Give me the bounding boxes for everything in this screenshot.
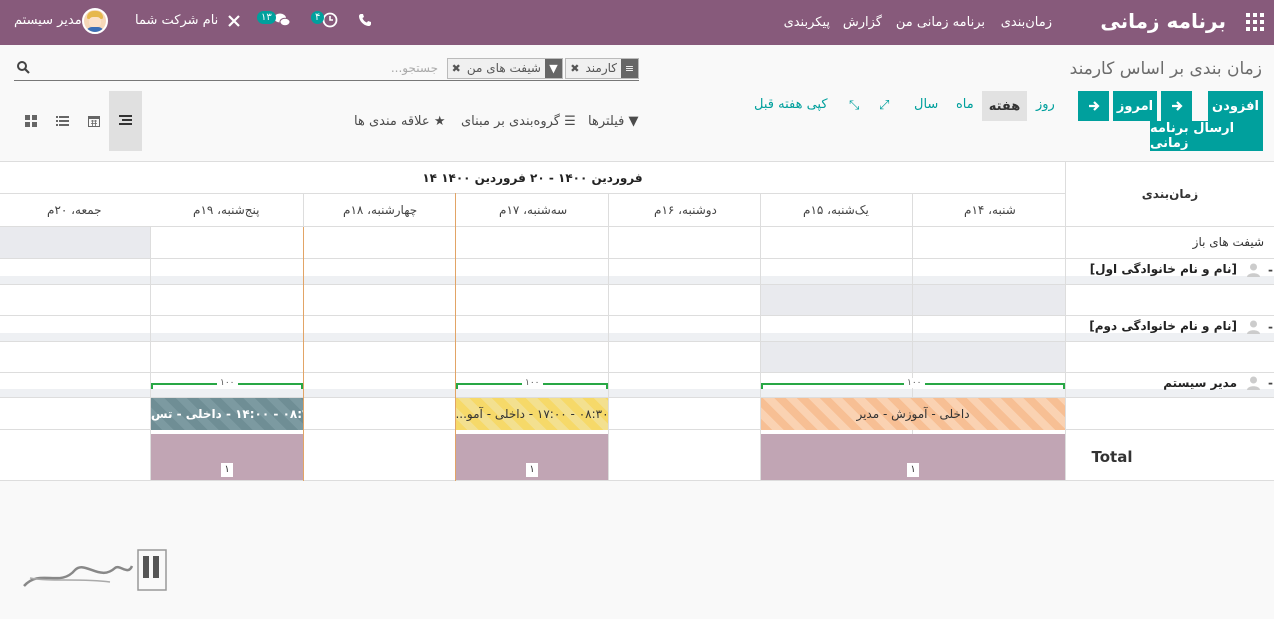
star-icon: ★ <box>433 114 446 129</box>
row-employee-2[interactable]: [نام و نام خانوادگی دوم] <box>1089 319 1237 333</box>
scale-week[interactable]: هفته <box>982 91 1027 121</box>
menu-my-planning[interactable]: برنامه زمانی من <box>896 15 985 30</box>
company-switcher[interactable]: نام شرکت شما <box>135 13 218 28</box>
group-by-dropdown[interactable]: گروه‌بندی بر مبنای ☰ <box>461 114 576 129</box>
capacity-bar: ۱۰۰ <box>761 378 1065 389</box>
next-period-button[interactable] <box>1161 91 1192 121</box>
list-icon: ≡ <box>621 59 638 78</box>
total-cell: ۱ <box>761 434 1065 480</box>
scale-month[interactable]: ماه <box>956 97 974 112</box>
capacity-bar: ۱۰۰ <box>151 378 303 389</box>
gantt-icon <box>119 115 132 125</box>
breadcrumb: زمان بندی بر اساس کارمند <box>1069 59 1262 79</box>
collapse-icon[interactable]: - <box>1268 263 1273 277</box>
send-schedule-button[interactable]: ارسال برنامه زمانی <box>1150 121 1263 151</box>
facet-my-shifts: ▼ شیفت های من ✖ <box>446 58 563 79</box>
day-header: دوشنبه، ۱۶م <box>654 203 717 217</box>
menu-planning[interactable]: زمان‌بندی <box>1001 15 1052 30</box>
scale-day[interactable]: روز <box>1036 97 1055 112</box>
today-button[interactable]: امروز <box>1113 91 1157 121</box>
search-icon[interactable] <box>16 60 30 74</box>
day-header: پنج‌شنبه، ۱۹م <box>193 203 260 217</box>
filter-icon: ▼ <box>545 59 562 78</box>
arrow-right-icon <box>1088 101 1100 111</box>
app-title[interactable]: برنامه زمانی <box>1100 9 1226 33</box>
menu-reporting[interactable]: گزارش <box>843 15 882 30</box>
list-icon: ☰ <box>564 114 576 129</box>
shift-pill[interactable]: ۰۸:۳۰ - ۱۷:۰۰ - داخلی - آمو... <box>456 398 608 430</box>
search-bar: ≡ کارمند ✖ ▼ شیفت های من ✖ <box>14 57 639 81</box>
total-label: Total <box>1091 448 1133 466</box>
tools-icon[interactable] <box>227 14 241 28</box>
watermark-logo <box>20 548 170 596</box>
calendar-view-icon[interactable] <box>88 115 100 130</box>
capacity-bar: ۱۰۰ <box>456 378 608 389</box>
facet-employee: ≡ کارمند ✖ <box>565 58 639 79</box>
remove-facet-icon[interactable]: ✖ <box>448 59 463 78</box>
day-header: شنبه، ۱۴م <box>964 203 1016 217</box>
total-cell: ۱ <box>456 434 608 480</box>
arrow-right-icon <box>1171 101 1183 111</box>
search-input[interactable] <box>38 57 438 79</box>
copy-previous-week-button[interactable]: کپی هفته قبل <box>754 97 828 112</box>
day-header: سه‌شنبه، ۱۷م <box>499 203 568 217</box>
user-menu[interactable]: مدیر سیستم <box>14 13 82 28</box>
menu-configuration[interactable]: پیکربندی <box>784 15 830 30</box>
remove-facet-icon[interactable]: ✖ <box>566 59 581 78</box>
user-avatar[interactable] <box>82 8 108 34</box>
shift-pill[interactable]: ۰۸:۳۰ - ۱۴:۰۰ - داخلی - تس... <box>151 398 303 430</box>
top-navbar: برنامه زمانی زمان‌بندی برنامه زمانی من گ… <box>0 0 1274 45</box>
row-employee-1[interactable]: [نام و نام خانوادگی اول] <box>1090 262 1237 276</box>
gantt-view-button[interactable] <box>109 91 142 151</box>
row-header-title: زمان‌بندی <box>1141 187 1199 201</box>
add-button[interactable]: افزودن <box>1208 91 1263 121</box>
day-header: چهارشنبه، ۱۸م <box>343 203 418 217</box>
collapse-rows-icon[interactable]: ⤡ <box>849 98 859 113</box>
favorites-dropdown[interactable]: علاقه مندی ها ★ <box>354 114 445 129</box>
messaging-chat-icon[interactable] <box>273 12 291 28</box>
day-header: یک‌شنبه، ۱۵م <box>803 203 869 217</box>
row-admin[interactable]: مدیر سیستم <box>1163 376 1237 390</box>
expand-rows-icon[interactable]: ⤢ <box>879 98 889 113</box>
filters-dropdown[interactable]: فیلترها ▼ <box>588 114 639 129</box>
collapse-icon[interactable]: - <box>1268 320 1273 334</box>
message-count-badge: ۱۳ <box>257 11 276 24</box>
gantt-grid: زمان‌بندی ۱۴ فروردین ۱۴۰۰ - ۲۰ فروردین ۱… <box>0 161 1274 481</box>
apps-menu-icon[interactable] <box>1246 13 1264 31</box>
filter-icon: ▼ <box>628 114 639 129</box>
gantt-date-range: ۱۴ فروردین ۱۴۰۰ - ۲۰ فروردین ۱۴۰۰ <box>422 171 643 185</box>
row-open-shifts[interactable]: شیفت های باز <box>1193 235 1264 249</box>
previous-period-button[interactable] <box>1078 91 1109 121</box>
activity-clock-icon[interactable] <box>322 12 338 28</box>
day-header: جمعه، ۲۰م <box>47 203 102 217</box>
phone-icon[interactable] <box>358 13 372 27</box>
total-cell: ۱ <box>151 434 303 480</box>
user-icon <box>1247 263 1260 277</box>
shift-pill[interactable]: داخلی - آموزش - مدیر <box>761 398 1065 430</box>
user-icon <box>1247 320 1260 334</box>
scale-year[interactable]: سال <box>914 97 938 112</box>
user-icon <box>1247 376 1260 390</box>
collapse-icon[interactable]: - <box>1268 376 1273 390</box>
kanban-view-icon[interactable] <box>25 115 37 130</box>
list-view-icon[interactable] <box>56 115 69 130</box>
